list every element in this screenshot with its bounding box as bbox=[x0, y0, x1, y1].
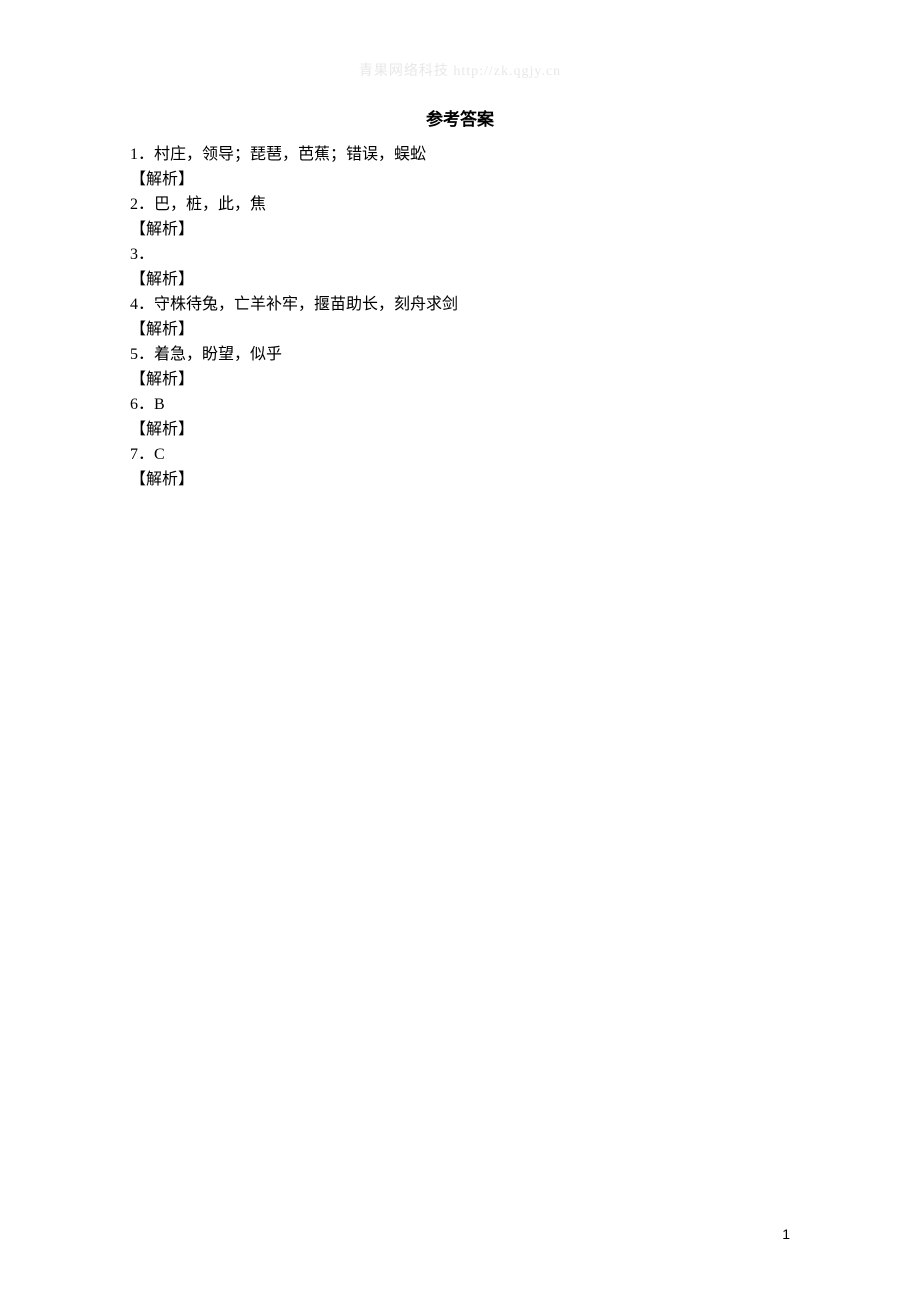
answer-line-4: 4．守株待兔，亡羊补牢，揠苗助长，刻舟求剑 bbox=[130, 292, 790, 317]
analysis-label-2: 【解析】 bbox=[130, 217, 790, 242]
answer-line-1: 1．村庄，领导；琵琶，芭蕉；错误，蜈蚣 bbox=[130, 142, 790, 167]
analysis-label-4: 【解析】 bbox=[130, 317, 790, 342]
answer-line-5: 5．着急，盼望，似乎 bbox=[130, 342, 790, 367]
analysis-label-5: 【解析】 bbox=[130, 367, 790, 392]
page-number: 1 bbox=[782, 1226, 790, 1242]
analysis-label-1: 【解析】 bbox=[130, 167, 790, 192]
analysis-label-7: 【解析】 bbox=[130, 467, 790, 492]
watermark-text: 青果网络科技 http://zk.qgjy.cn bbox=[359, 60, 561, 80]
answer-line-2: 2．巴，桩，此，焦 bbox=[130, 192, 790, 217]
analysis-label-6: 【解析】 bbox=[130, 417, 790, 442]
answer-line-3: 3． bbox=[130, 242, 790, 267]
analysis-label-3: 【解析】 bbox=[130, 267, 790, 292]
answer-line-6: 6．B bbox=[130, 392, 790, 417]
document-title: 参考答案 bbox=[130, 105, 790, 130]
answer-line-7: 7．C bbox=[130, 442, 790, 467]
